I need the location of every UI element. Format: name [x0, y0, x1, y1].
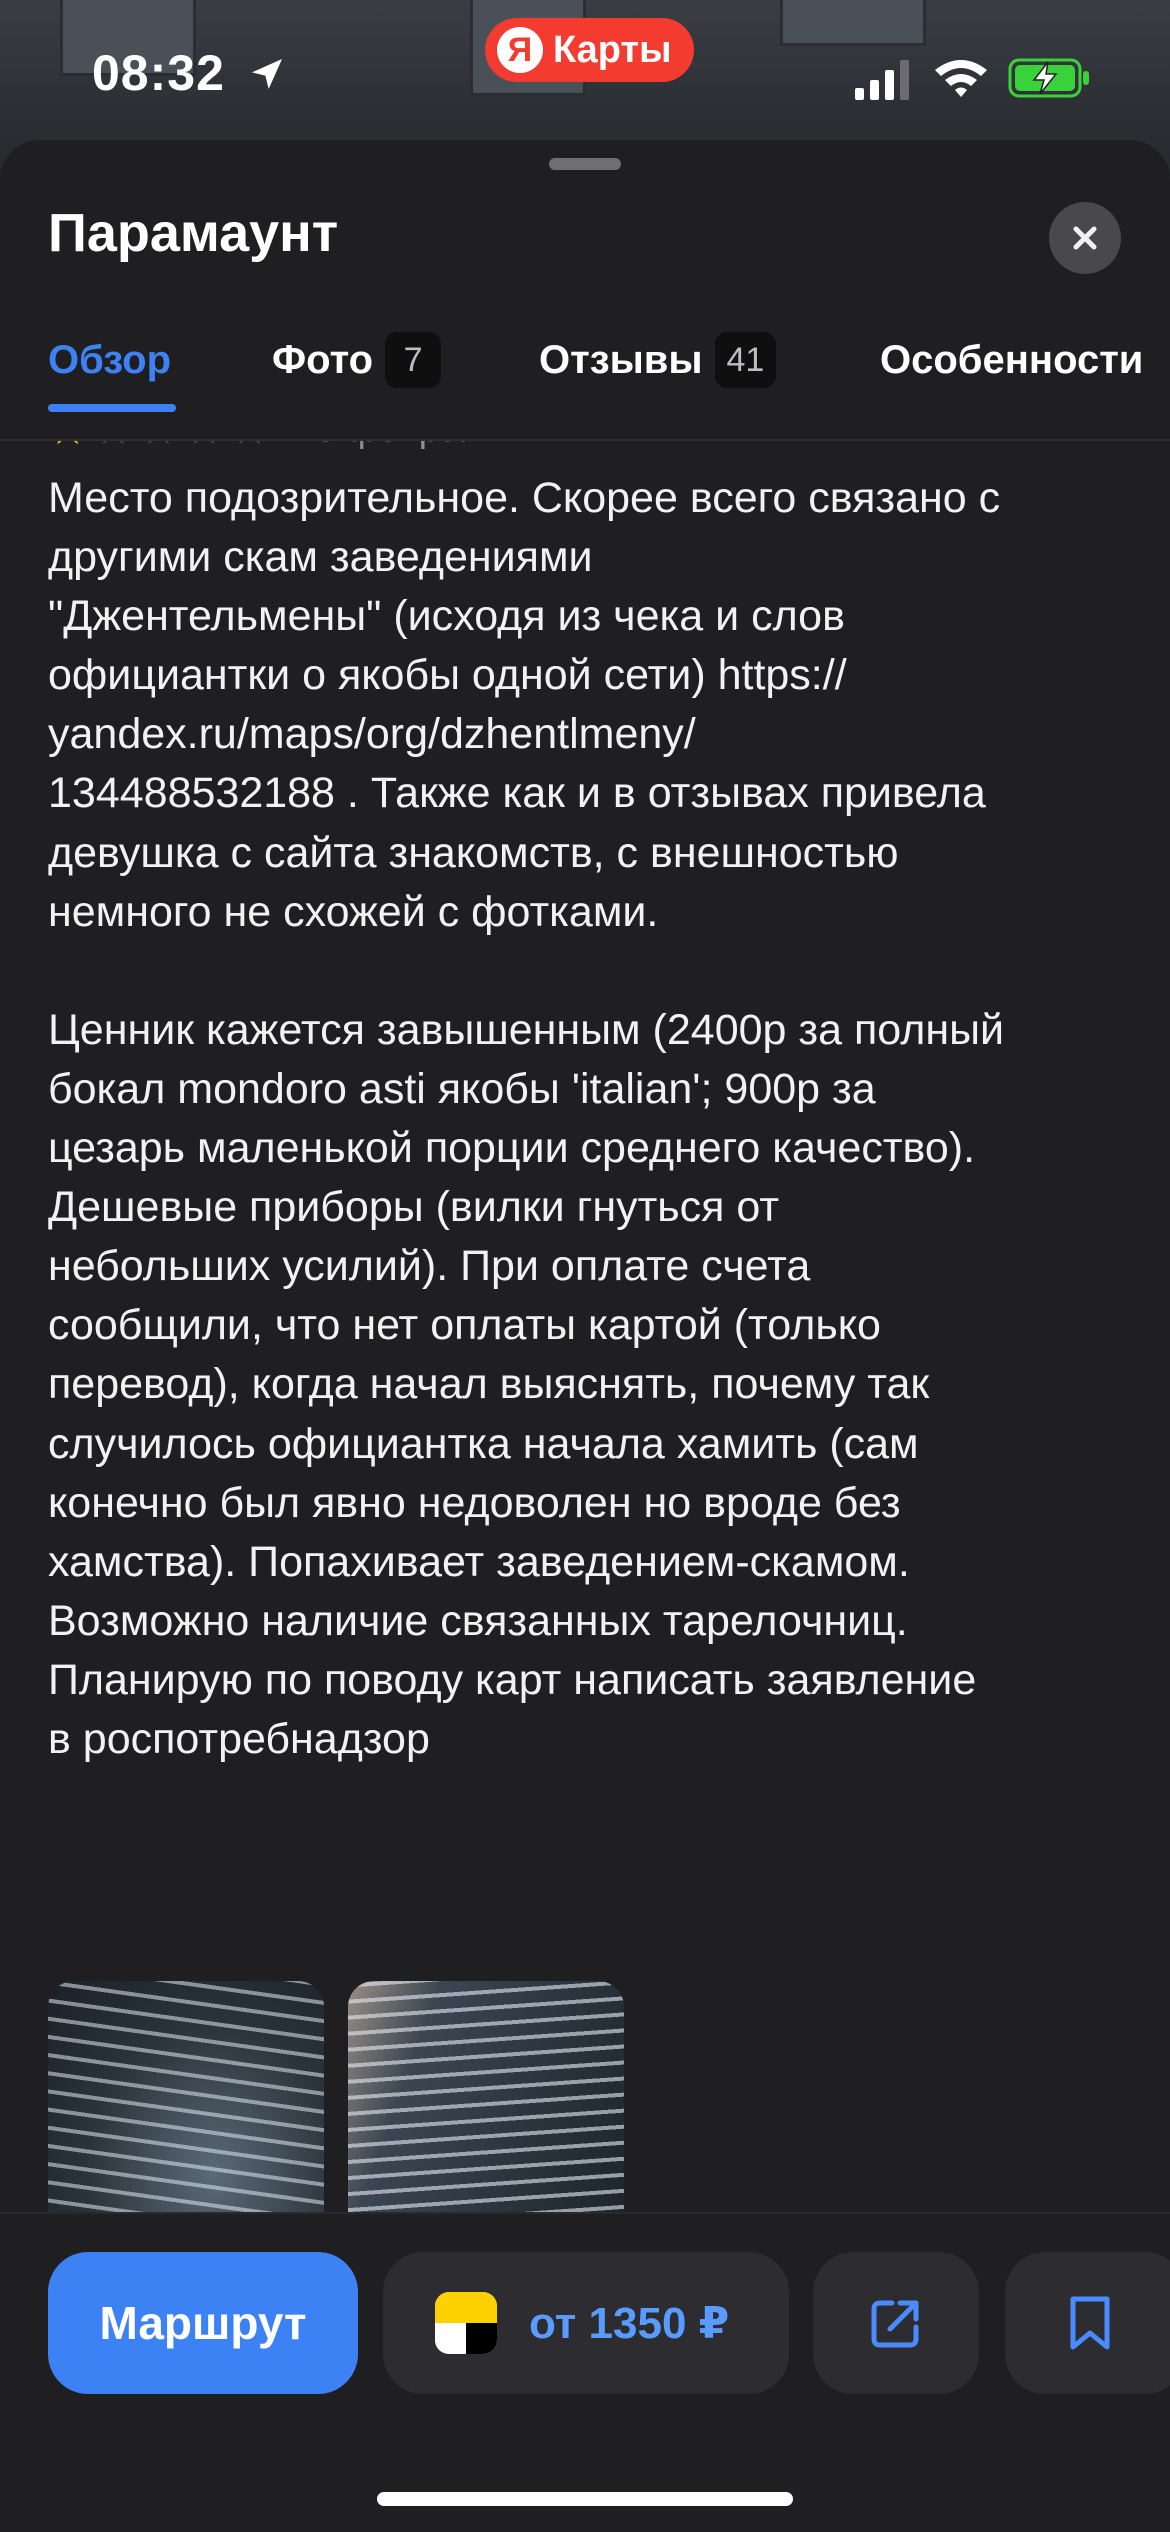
- wifi-icon: [935, 60, 987, 97]
- bottom-action-bar: Маршрут от 1350 ₽: [0, 2212, 1170, 2532]
- home-indicator[interactable]: [377, 2492, 793, 2506]
- route-button[interactable]: Маршрут: [48, 2252, 358, 2394]
- status-bar: 08:32 Я Карты: [0, 0, 1170, 150]
- taxi-price: от 1350 ₽: [529, 2298, 730, 2348]
- close-button[interactable]: [1049, 202, 1121, 274]
- app-pill-label: Карты: [553, 28, 672, 71]
- photos-count-badge: 7: [385, 332, 442, 388]
- cellular-signal-icon: [855, 60, 909, 100]
- tab-bar: Обзор Фото 7 Отзывы 41 Особенности: [0, 320, 1170, 420]
- tab-overview[interactable]: Обзор: [48, 320, 171, 400]
- battery-charging-icon: [1008, 58, 1089, 98]
- review-date: 16 февраля: [293, 441, 503, 451]
- tab-reviews-label: Отзывы: [539, 337, 703, 382]
- star-icon: ★: [93, 441, 132, 455]
- close-icon: [1073, 226, 1097, 250]
- status-time: 08:32: [92, 45, 225, 101]
- place-card-sheet: Парамаунт Обзор Фото 7 Отзывы 41 Особенн…: [0, 140, 1170, 2532]
- share-place-button[interactable]: [813, 2252, 979, 2394]
- tab-reviews[interactable]: Отзывы 41: [539, 320, 777, 400]
- review-content: ★ ★ ★ ★ ★ 16 февраля Место подозрительно…: [0, 441, 1170, 2351]
- reviews-count-badge: 41: [714, 332, 777, 388]
- yandex-go-logo-icon: [435, 2292, 497, 2354]
- share-icon: [871, 2300, 919, 2348]
- star-icon: ★: [139, 441, 178, 455]
- bookmark-button[interactable]: [1005, 2252, 1170, 2394]
- tab-photos[interactable]: Фото 7: [272, 320, 442, 400]
- location-arrow-icon: [252, 59, 282, 89]
- star-icon: ★: [48, 441, 87, 455]
- review-text: Место подозрительное. Скорее всего связа…: [48, 474, 1004, 1763]
- star-icon: ★: [184, 441, 223, 455]
- yandex-maps-pill[interactable]: Я Карты: [485, 18, 694, 82]
- place-title: Парамаунт: [48, 203, 339, 263]
- tab-features-label: Особенности: [880, 337, 1144, 382]
- review-rating-row: ★ ★ ★ ★ ★ 16 февраля: [48, 441, 504, 459]
- tab-overview-label: Обзор: [48, 337, 172, 382]
- yandex-logo-icon: Я: [497, 27, 543, 73]
- sheet-grabber[interactable]: [549, 158, 621, 170]
- tab-features[interactable]: Особенности: [880, 320, 1143, 400]
- tab-photos-label: Фото: [272, 337, 374, 382]
- screen: 08:32 Я Карты Парамаунт Обзор Фото 7 Отз…: [0, 0, 1170, 2532]
- active-tab-indicator: [48, 404, 176, 412]
- taxi-button[interactable]: от 1350 ₽: [383, 2252, 789, 2394]
- star-icon: ★: [230, 441, 269, 455]
- bookmark-icon: [1070, 2296, 1110, 2350]
